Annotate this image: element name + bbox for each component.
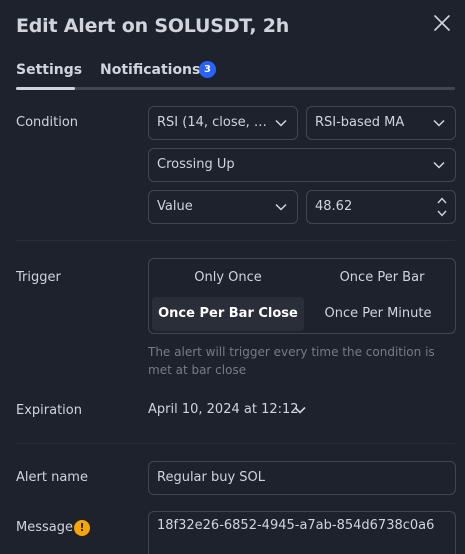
- indicator-plot-select[interactable]: RSI-based MA: [306, 106, 456, 140]
- trigger-hint-text: The alert will trigger every time the co…: [148, 345, 435, 377]
- tab-notifications[interactable]: Notifications: [100, 62, 200, 78]
- trigger-label: Trigger: [16, 270, 61, 285]
- target-type-select-value: Value: [157, 199, 193, 214]
- chevron-down-icon[interactable]: [294, 406, 306, 414]
- warning-icon[interactable]: !: [74, 520, 90, 536]
- alert-name-value: Regular buy SOL: [157, 470, 266, 485]
- spin-down-icon[interactable]: [437, 210, 447, 217]
- close-icon[interactable]: [433, 14, 451, 32]
- operator-select-value: Crossing Up: [157, 157, 235, 172]
- trigger-option-once-per-bar-close[interactable]: Once Per Bar Close: [152, 297, 304, 331]
- chevron-down-icon: [433, 119, 445, 127]
- tab-active-indicator: [16, 87, 75, 90]
- trigger-options-group: Only Once Once Per Bar Once Per Bar Clos…: [148, 258, 456, 334]
- chevron-down-icon: [275, 203, 287, 211]
- chevron-down-icon: [433, 161, 445, 169]
- dialog-header: Edit Alert on SOLUSDT, 2h: [16, 12, 449, 42]
- indicator-select[interactable]: RSI (14, close, S...: [148, 106, 298, 140]
- message-textarea[interactable]: 18f32e26-6852-4945-a7ab-854d6738c0a6: [148, 511, 456, 554]
- section-divider: [16, 240, 455, 241]
- indicator-select-value: RSI (14, close, S...: [157, 115, 275, 130]
- spin-up-icon[interactable]: [437, 197, 447, 204]
- target-type-select[interactable]: Value: [148, 190, 298, 224]
- tab-underline-track: [16, 87, 455, 90]
- trigger-option-once-per-minute[interactable]: Once Per Minute: [302, 297, 454, 331]
- trigger-option-once-per-bar[interactable]: Once Per Bar: [306, 261, 458, 295]
- condition-label: Condition: [16, 115, 79, 130]
- operator-select[interactable]: Crossing Up: [148, 148, 456, 182]
- alert-name-input[interactable]: Regular buy SOL: [148, 461, 456, 495]
- tab-bar: Settings Notifications 3: [16, 60, 455, 90]
- notifications-count-badge: 3: [199, 61, 216, 78]
- target-value-input[interactable]: 48.62: [306, 190, 456, 224]
- alert-name-label: Alert name: [16, 470, 88, 485]
- message-value: 18f32e26-6852-4945-a7ab-854d6738c0a6: [157, 518, 435, 533]
- dialog-title: Edit Alert on SOLUSDT, 2h: [16, 15, 290, 37]
- section-divider: [16, 443, 455, 444]
- expiration-dropdown[interactable]: April 10, 2024 at 12:12: [148, 402, 299, 417]
- trigger-option-only-once[interactable]: Only Once: [152, 261, 304, 295]
- indicator-plot-select-value: RSI-based MA: [315, 115, 405, 130]
- message-label: Message: [16, 520, 73, 535]
- expiration-label: Expiration: [16, 403, 82, 418]
- tab-settings[interactable]: Settings: [16, 62, 82, 78]
- target-value-text: 48.62: [315, 199, 353, 214]
- chevron-down-icon: [275, 119, 287, 127]
